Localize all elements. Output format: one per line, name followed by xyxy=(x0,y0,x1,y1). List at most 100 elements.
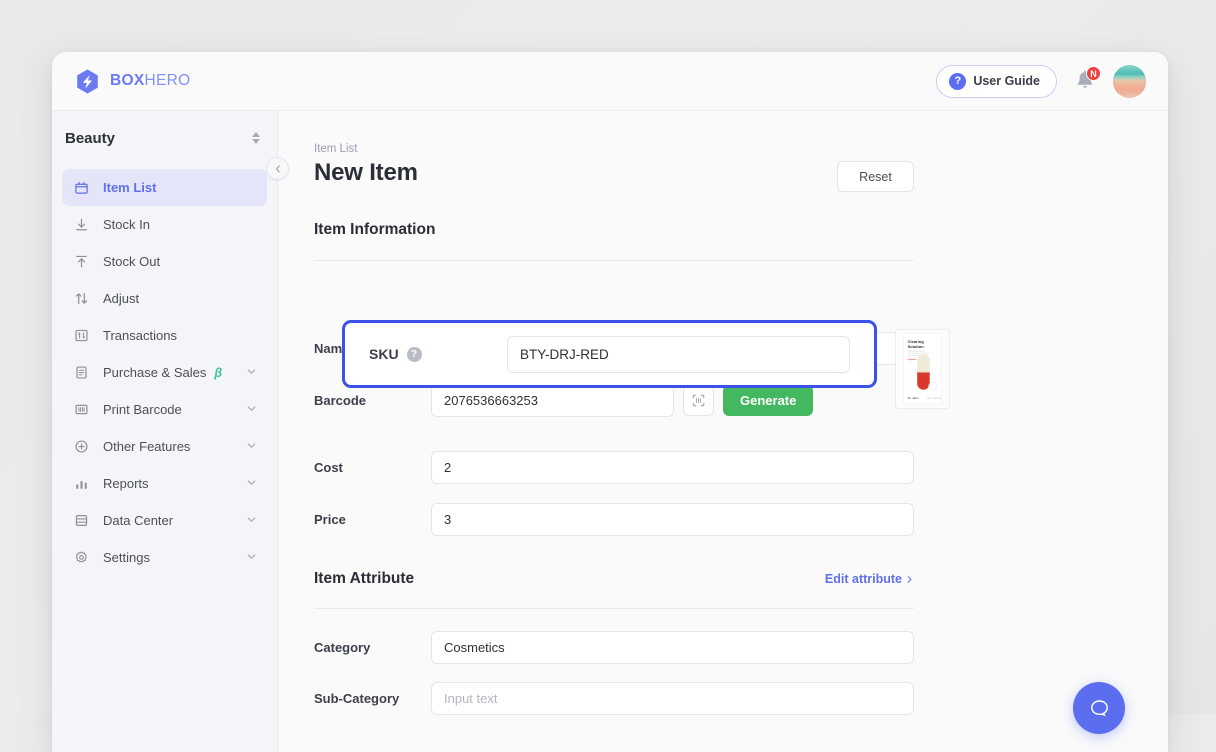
svg-text:25ml / 0.84 fl.oz: 25ml / 0.84 fl.oz xyxy=(927,398,942,400)
sidebar-item-settings[interactable]: Settings xyxy=(62,539,267,576)
page-header: New Item Reset xyxy=(314,159,914,192)
price-row: Price xyxy=(314,503,914,536)
chevron-down-icon xyxy=(246,402,257,417)
sidebar-item-data-center[interactable]: Data Center xyxy=(62,502,267,539)
question-mark-circle-icon[interactable]: ? xyxy=(407,347,422,362)
sidebar-item-adjust[interactable]: Adjust xyxy=(62,280,267,317)
chevron-right-icon xyxy=(905,575,914,584)
brand-logo[interactable]: BOXHERO xyxy=(74,68,190,95)
page-title: New Item xyxy=(314,159,418,187)
question-mark-icon: ? xyxy=(949,73,966,90)
sub-category-row: Sub-Category xyxy=(314,682,914,715)
workspace-selector[interactable]: Beauty xyxy=(52,111,277,165)
generate-barcode-button[interactable]: Generate xyxy=(723,385,813,416)
notification-badge: N xyxy=(1086,66,1101,81)
barcode-scan-button[interactable] xyxy=(683,385,714,416)
attribute-divider xyxy=(314,608,914,609)
bar-chart-icon xyxy=(73,475,90,492)
up-down-arrow-icon xyxy=(73,290,90,307)
sidebar-item-reports[interactable]: Reports xyxy=(62,465,267,502)
reset-button[interactable]: Reset xyxy=(837,161,914,192)
database-icon xyxy=(73,512,90,529)
category-input[interactable] xyxy=(431,631,914,664)
sidebar-item-print-barcode[interactable]: Print Barcode xyxy=(62,391,267,428)
sub-category-input[interactable] xyxy=(431,682,914,715)
sidebar-item-stock-out[interactable]: Stock Out xyxy=(62,243,267,280)
cost-row: Cost xyxy=(314,451,914,484)
document-icon xyxy=(73,364,90,381)
barcode-scan-icon xyxy=(691,393,706,408)
avatar[interactable] xyxy=(1113,65,1146,98)
category-row: Category xyxy=(314,631,914,664)
arrow-down-icon xyxy=(73,216,90,233)
barcode-label: Barcode xyxy=(314,393,431,408)
brand-name: BOXHERO xyxy=(110,72,190,90)
sidebar-nav: Item List Stock In Stock Out Adjust xyxy=(52,165,277,576)
up-down-arrows-icon xyxy=(252,132,260,144)
sidebar-item-label: Item List xyxy=(103,180,156,195)
top-bar: BOXHERO ? User Guide N xyxy=(52,52,1168,111)
sku-label-group: SKU ? xyxy=(369,346,507,362)
cost-label: Cost xyxy=(314,460,431,475)
top-bar-actions: ? User Guide N xyxy=(936,65,1146,98)
transactions-icon xyxy=(73,327,90,344)
product-thumbnail-sheet-mask: Clearing Solution Dr. Jart+ 25ml / 0.84 … xyxy=(896,330,949,408)
sidebar-item-label: Transactions xyxy=(103,328,177,343)
sidebar-item-label: Print Barcode xyxy=(103,402,182,417)
edit-attribute-label: Edit attribute xyxy=(825,572,902,586)
barcode-icon xyxy=(73,401,90,418)
app-window: BOXHERO ? User Guide N Beauty xyxy=(52,52,1168,752)
sidebar-item-label: Data Center xyxy=(103,513,173,528)
sidebar-item-stock-in[interactable]: Stock In xyxy=(62,206,267,243)
user-guide-button[interactable]: ? User Guide xyxy=(936,65,1057,98)
item-information-heading: Item Information xyxy=(314,221,1168,239)
chevron-down-icon xyxy=(246,550,257,565)
sku-field-highlight: SKU ? xyxy=(342,320,877,388)
chevron-down-icon xyxy=(246,365,257,380)
sidebar-item-purchase-and-sales[interactable]: Purchase & Sales β xyxy=(62,354,267,391)
beta-badge: β xyxy=(214,366,222,380)
item-attribute-header: Item Attribute Edit attribute xyxy=(314,570,914,588)
sku-input[interactable] xyxy=(507,336,850,373)
barcode-row: Barcode Generate xyxy=(314,384,914,417)
plus-circle-icon xyxy=(73,438,90,455)
chevron-left-icon xyxy=(273,164,283,174)
svg-text:Solution: Solution xyxy=(908,344,925,349)
sidebar-item-label: Other Features xyxy=(103,439,190,454)
sidebar-item-label: Stock In xyxy=(103,217,150,232)
gear-icon xyxy=(73,549,90,566)
arrow-up-icon xyxy=(73,253,90,270)
breadcrumb: Item List xyxy=(314,143,1168,155)
brand-name-bold: BOX xyxy=(110,72,145,89)
cost-input[interactable] xyxy=(431,451,914,484)
sidebar-collapse-button[interactable] xyxy=(266,157,289,180)
chevron-down-icon xyxy=(246,513,257,528)
sub-category-label: Sub-Category xyxy=(314,691,431,706)
chevron-down-icon xyxy=(246,439,257,454)
sidebar-item-label: Reports xyxy=(103,476,149,491)
svg-text:Dr. Jart+: Dr. Jart+ xyxy=(908,396,920,400)
sku-label: SKU xyxy=(369,346,399,362)
category-label: Category xyxy=(314,640,431,655)
price-input[interactable] xyxy=(431,503,914,536)
sidebar-item-label: Stock Out xyxy=(103,254,160,269)
chat-support-button[interactable] xyxy=(1073,682,1125,734)
notifications-button[interactable]: N xyxy=(1074,69,1096,93)
sidebar-item-label: Purchase & Sales xyxy=(103,365,206,380)
workspace-name: Beauty xyxy=(65,130,115,147)
main-content: Item List New Item Reset Item Informatio… xyxy=(278,111,1168,752)
edit-attribute-link[interactable]: Edit attribute xyxy=(825,572,914,586)
brand-name-light: HERO xyxy=(145,72,191,89)
sidebar: Beauty Item List Stock In Stock O xyxy=(52,111,278,752)
sidebar-item-transactions[interactable]: Transactions xyxy=(62,317,267,354)
price-label: Price xyxy=(314,512,431,527)
barcode-input[interactable] xyxy=(431,384,674,417)
sidebar-item-other-features[interactable]: Other Features xyxy=(62,428,267,465)
product-thumbnail[interactable]: Clearing Solution Dr. Jart+ 25ml / 0.84 … xyxy=(895,329,950,409)
sidebar-item-label: Adjust xyxy=(103,291,139,306)
chevron-down-icon xyxy=(246,476,257,491)
section-divider xyxy=(314,260,914,261)
sidebar-item-item-list[interactable]: Item List xyxy=(62,169,267,206)
box-icon xyxy=(73,179,90,196)
item-attribute-heading: Item Attribute xyxy=(314,570,414,588)
